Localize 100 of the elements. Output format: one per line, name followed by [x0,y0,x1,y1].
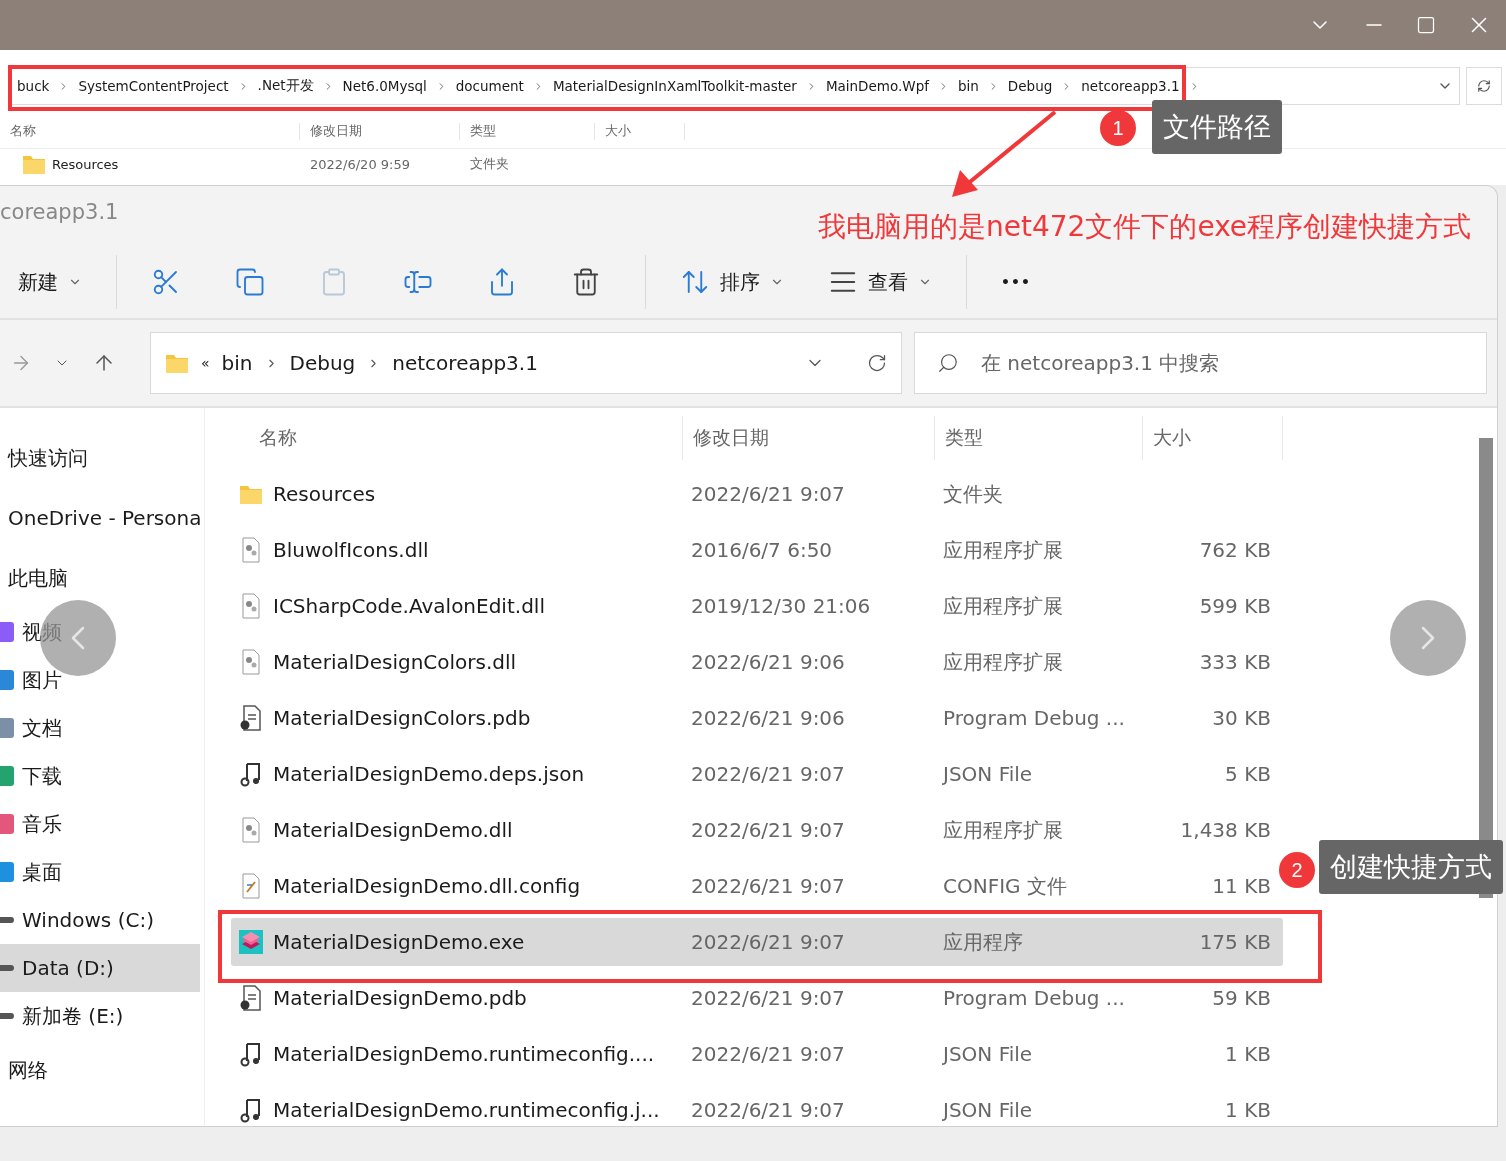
file-name: ICSharpCode.AvalonEdit.dll [273,594,545,618]
file-size: 333 KB [1198,650,1272,674]
file-name: BluwolfIcons.dll [273,538,429,562]
settings-file-icon [239,537,263,563]
sidebar-item[interactable]: 网络 [0,1040,200,1100]
sidebar-item[interactable]: Data (D:) [0,944,200,992]
sidebar-item[interactable]: 音乐 [0,800,200,848]
file-row[interactable]: MaterialDesignDemo.runtimeconfig.j... 2022/6/21 9:07 JSON File 1 KB [231,1086,1283,1126]
path-segment[interactable]: bin [957,78,979,94]
column-header[interactable]: 修改日期 [300,122,460,140]
sidebar-item[interactable]: 视频 [0,608,200,656]
modified-date: 2022/6/21 9:07 [690,930,846,954]
path-segment[interactable]: netcoreapp3.1 [392,351,538,375]
path-segment[interactable]: netcoreapp3.1 [1081,78,1180,94]
file-type: JSON File [941,1042,1034,1066]
modified-date: 2022/6/21 9:07 [690,1098,846,1122]
path-segment[interactable]: Debug [289,351,356,375]
search-field[interactable]: 在 netcoreapp3.1 中搜索 [914,332,1487,394]
file-row[interactable]: MaterialDesignDemo.pdb 2022/6/21 9:07 Program Debug ... 59 KB [231,974,1283,1022]
path-segment[interactable]: MaterialDesignInXamlToolkit-master [552,78,797,94]
modified-date: 2022/6/21 9:07 [690,482,846,506]
overflow-chevron[interactable]: « [201,355,210,371]
file-type: CONFIG 文件 [942,872,1068,900]
sidebar-item[interactable]: 图片 [0,656,200,704]
file-type: 应用程序扩展 [942,536,1064,564]
path-segment[interactable]: document [455,78,524,94]
column-header[interactable]: 类型 [460,122,595,140]
file-type: Program Debug ... [942,986,1126,1010]
file-size: 762 KB [1198,538,1272,562]
settings-file-icon [239,817,263,843]
drive-icon [0,965,14,971]
edit-file-icon [239,873,263,899]
modified-date: 2022/6/21 9:06 [690,706,846,730]
new-button[interactable]: 新建 [8,258,92,306]
search-input[interactable]: 在 netcoreapp3.1 中搜索 [981,333,1464,393]
file-size: 5 KB [1224,762,1272,786]
path-segment[interactable]: bin [221,351,253,375]
file-type: Program Debug ... [942,706,1126,730]
file-name: MaterialDesignColors.dll [273,650,517,674]
sidebar-item[interactable]: 新加卷 (E:) [0,992,200,1040]
copy-icon [235,267,265,297]
file-type: 应用程序扩展 [942,592,1064,620]
modified-date: 2022/6/21 9:07 [690,986,846,1010]
path-segment[interactable]: Debug [1007,78,1053,94]
file-size: 1 KB [1224,1042,1272,1066]
column-header[interactable]: 名称 [0,122,300,140]
file-row[interactable]: MaterialDesignDemo.exe 2022/6/21 9:07 应用程序 175 KB [231,918,1283,966]
sidebar-item[interactable]: Windows (C:) [0,896,200,944]
file-size: 1 KB [1224,1098,1272,1122]
file-row[interactable]: MaterialDesignDemo.runtimeconfig.... 2022/6/21 9:07 JSON File 1 KB [231,1030,1283,1078]
file-size: 175 KB [1198,930,1272,954]
path-segment[interactable]: MainDemo.Wpf [825,78,929,94]
search-icon [937,352,959,374]
file-row[interactable]: MaterialDesignDemo.dll 2022/6/21 9:07 应用程序扩展 1,438 KB [231,806,1283,854]
path-segment[interactable]: buck [17,78,50,94]
column-header[interactable]: 名称 [205,416,683,460]
sidebar-item[interactable]: 桌面 [0,848,200,896]
refresh-icon [1477,79,1491,93]
file-row[interactable]: Resources 2022/6/21 9:07 文件夹 [231,470,1283,518]
file-name: MaterialDesignDemo.dll [273,818,513,842]
music-note-file-icon [239,1097,263,1123]
more-button[interactable]: ••• [991,258,1051,306]
column-header[interactable]: 修改日期 [683,416,935,460]
refresh-button[interactable] [1466,67,1502,105]
path-segment[interactable]: .Net开发 [257,77,314,95]
column-header[interactable]: 大小 [1143,416,1283,460]
path-segment[interactable]: Net6.0Mysql [342,78,427,94]
file-name: MaterialDesignDemo.dll.config [273,874,581,898]
file-size: 11 KB [1211,874,1272,898]
file-row[interactable]: MaterialDesignColors.dll 2022/6/21 9:06 应用程序扩展 333 KB [231,638,1283,686]
view-button[interactable]: 查看 [818,258,942,306]
sidebar-item[interactable]: 下载 [0,752,200,800]
column-header[interactable]: 类型 [935,416,1143,460]
refresh-icon[interactable] [867,353,887,373]
file-type: JSON File [941,762,1034,786]
modified-date: 2022/6/21 9:07 [690,818,846,842]
file-name: Resources [273,482,376,506]
file-row[interactable]: MaterialDesignDemo.deps.json 2022/6/21 9:07 JSON File 5 KB [231,750,1283,798]
file-type: 文件夹 [942,480,1004,508]
file-type: 应用程序扩展 [942,816,1064,844]
file-row[interactable]: MaterialDesignColors.pdb 2022/6/21 9:06 Program Debug ... 30 KB [231,694,1283,742]
annotation-note: 我电脑用的是net472文件下的exe程序创建快捷方式 [818,209,1472,245]
delete-icon [571,267,601,297]
column-header[interactable]: 大小 [595,122,685,140]
address-bar[interactable]: « bin Debug netcoreapp3.1 [150,332,902,394]
file-row[interactable]: BluwolfIcons.dll 2016/6/7 6:50 应用程序扩展 762 KB [231,526,1283,574]
file-type: 应用程序 [942,928,1024,956]
sidebar-item[interactable]: OneDrive - Persona [0,488,200,548]
path-segment[interactable]: SystemContentProject [78,78,229,94]
sort-button[interactable]: 排序 [670,258,794,306]
file-name[interactable]: Resources [52,156,119,172]
modified-date: 2022/6/21 9:07 [690,1042,846,1066]
sidebar-item[interactable]: 此电脑 [0,548,200,608]
settings-file-icon [239,649,263,675]
file-type: JSON File [941,1098,1034,1122]
file-row[interactable]: ICSharpCode.AvalonEdit.dll 2019/12/30 21:06 应用程序扩展 599 KB [231,582,1283,630]
maximize-icon[interactable] [1416,15,1436,35]
callout-tooltip: 创建快捷方式 [1319,840,1503,894]
sidebar-item[interactable]: 快速访问 [0,428,200,488]
sidebar-item[interactable]: 文档 [0,704,200,752]
